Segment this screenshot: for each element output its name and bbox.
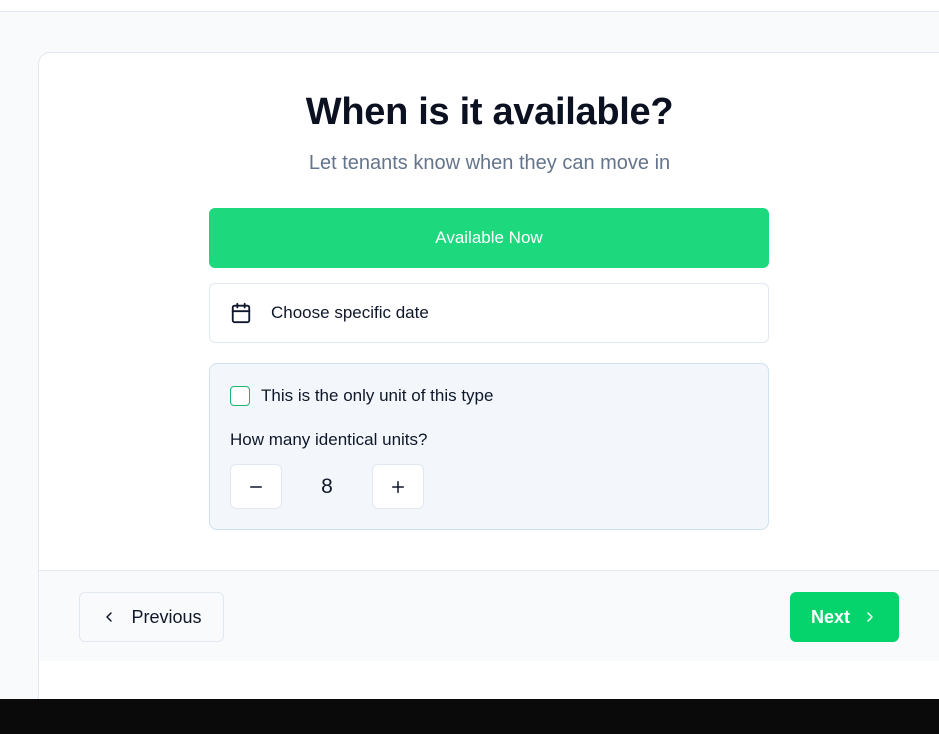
units-panel: This is the only unit of this type How m… (209, 363, 769, 530)
next-label: Next (810, 606, 850, 627)
previous-button[interactable]: Previous (79, 592, 224, 642)
calendar-icon (230, 302, 252, 324)
minus-icon (247, 478, 265, 496)
units-count-question: How many identical units? (230, 430, 428, 449)
page-subtitle: Let tenants know when they can move in (308, 152, 671, 174)
only-unit-checkbox[interactable] (230, 386, 250, 406)
bottom-bar (0, 699, 939, 734)
wizard-footer: Previous Next (39, 570, 939, 661)
quantity-stepper: 8 (230, 464, 424, 509)
only-unit-checkbox-row[interactable]: This is the only unit of this type (230, 386, 493, 406)
page-title: When is it available? (305, 91, 674, 133)
increment-button[interactable] (372, 464, 424, 509)
next-button[interactable]: Next (790, 592, 899, 642)
choose-date-button[interactable]: Choose specific date (209, 283, 769, 343)
top-bar (0, 0, 939, 12)
only-unit-label: This is the only unit of this type (261, 386, 494, 405)
chevron-right-icon (862, 609, 878, 625)
decrement-button[interactable] (230, 464, 282, 509)
available-now-label: Available Now (435, 228, 543, 247)
availability-card: When is it available? Let tenants know w… (38, 52, 939, 712)
previous-label: Previous (131, 606, 202, 627)
plus-icon (389, 478, 407, 496)
chevron-left-icon (101, 609, 117, 625)
available-now-button[interactable]: Available Now (209, 208, 769, 268)
units-count-value: 8 (321, 474, 333, 498)
choose-date-label: Choose specific date (271, 303, 429, 322)
